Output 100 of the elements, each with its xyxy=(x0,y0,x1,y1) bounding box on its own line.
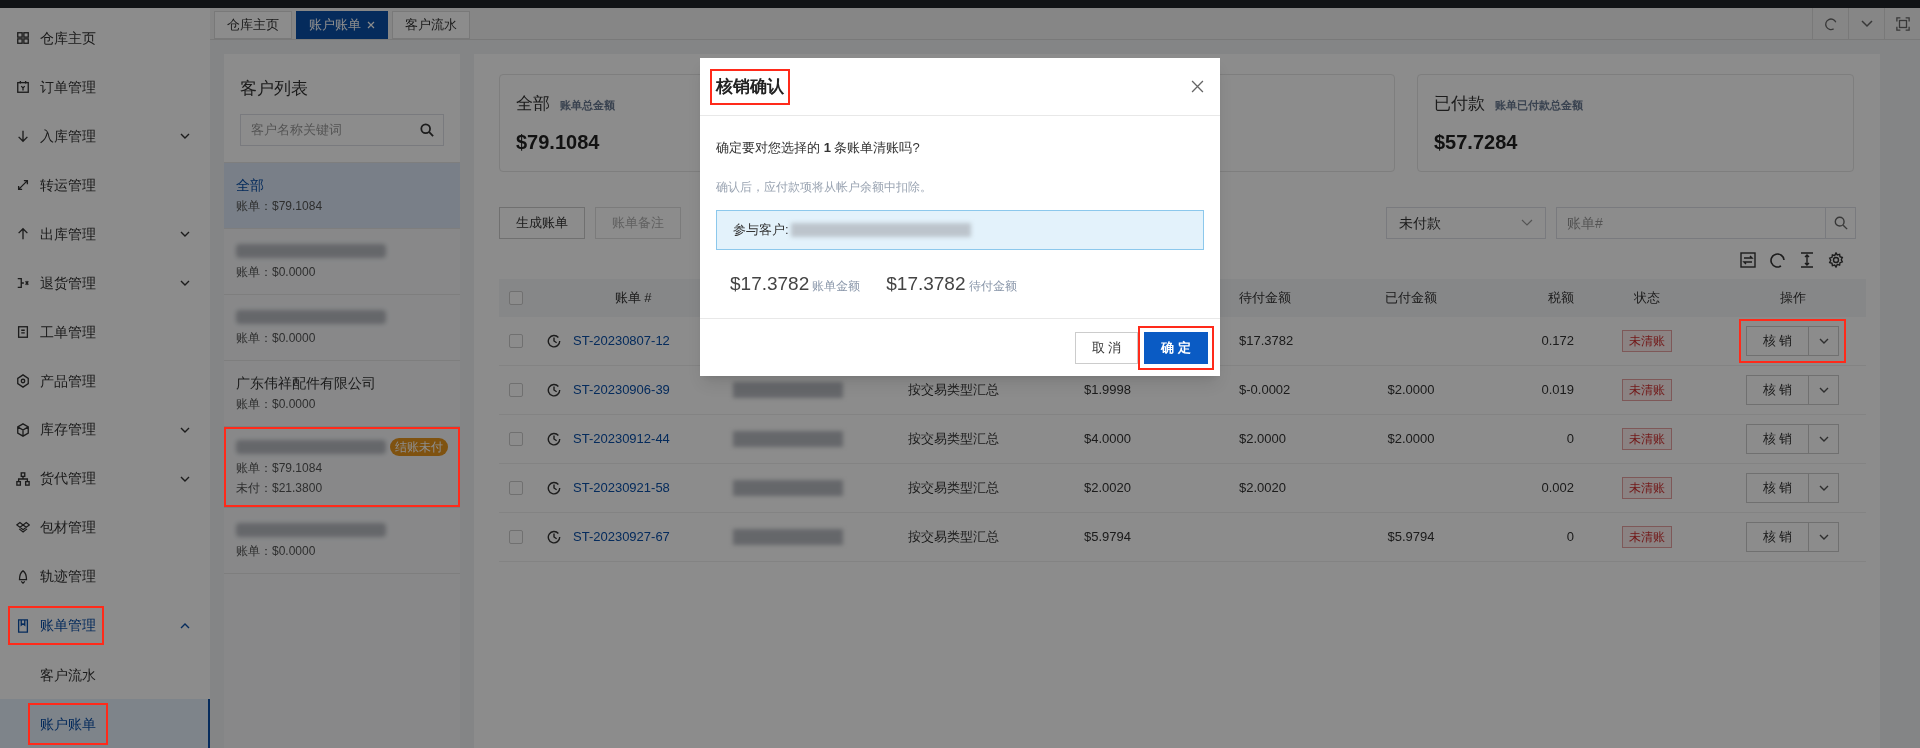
sidebar-item[interactable]: 工单管理 xyxy=(16,321,96,343)
column-header: 待付金额 xyxy=(1239,290,1291,306)
toolbar-button[interactable]: 生成账单 xyxy=(499,207,585,239)
sidebar-item[interactable]: 退货管理 xyxy=(16,272,96,294)
chevron-down-icon xyxy=(1818,387,1829,393)
amount-label: 账单金额 xyxy=(812,277,861,295)
status-badge: 结账未付 xyxy=(390,437,448,456)
bill-link[interactable]: ST-20230927-67 xyxy=(573,527,670,547)
hierarchy-icon xyxy=(16,471,30,486)
clock-icon[interactable] xyxy=(547,481,561,495)
amount-text: 账单：$79.1084 xyxy=(236,459,324,477)
chevron-down-icon xyxy=(180,133,190,140)
confirm-button[interactable]: 确 定 xyxy=(1144,331,1208,364)
tab[interactable]: 客户流水 xyxy=(392,11,470,39)
sidebar-item[interactable]: 入库管理 xyxy=(16,125,96,147)
sidebar-label: 包材管理 xyxy=(40,518,96,538)
sidebar-item[interactable]: 订单管理 xyxy=(16,76,96,98)
tab[interactable]: 账户账单 xyxy=(296,11,388,39)
sidebar-label: 入库管理 xyxy=(40,126,96,146)
card-subtitle: 账单已付款总金额 xyxy=(1495,98,1583,113)
panel-title: 客户列表 xyxy=(239,78,309,100)
checkbox[interactable] xyxy=(509,432,523,446)
table-cell: 0 xyxy=(1566,529,1574,545)
checkbox[interactable] xyxy=(509,291,523,305)
cancel-button[interactable]: 取 消 xyxy=(1074,331,1139,364)
sidebar-label: 转运管理 xyxy=(40,175,96,195)
sidebar-item[interactable]: 账单管理 xyxy=(16,615,96,637)
cube-icon xyxy=(16,374,30,389)
sidebar-item[interactable]: 货代管理 xyxy=(16,468,96,490)
swap-icon[interactable] xyxy=(1740,252,1756,268)
customer-item[interactable]: 结账未付 账单：$79.1084 未付：$21.3800 xyxy=(224,426,460,508)
search-button[interactable] xyxy=(1826,207,1856,239)
sidebar-label: 出库管理 xyxy=(40,224,96,244)
table-cell: 按交易类型汇总 xyxy=(908,382,999,398)
status-select[interactable]: 未付款 xyxy=(1386,207,1546,239)
settings-icon[interactable] xyxy=(1828,252,1844,268)
fullscreen-icon xyxy=(1895,16,1910,31)
bill-link[interactable]: ST-20230807-12 xyxy=(573,331,670,351)
table-cell: $17.3782 xyxy=(1239,333,1294,349)
boxes-icon xyxy=(16,520,30,535)
column-header: 操作 xyxy=(1778,289,1807,308)
table-cell: 0 xyxy=(1566,431,1574,447)
card-title: 全部 xyxy=(516,93,550,115)
table-cell: 按交易类型汇总 xyxy=(908,480,999,496)
dialog-title: 核销确认 xyxy=(716,75,784,98)
bill-link[interactable]: ST-20230906-39 xyxy=(573,380,670,400)
table-cell: $5.9794 xyxy=(1084,529,1131,545)
clock-icon[interactable] xyxy=(547,432,561,446)
sidebar-subitem[interactable]: 客户流水 xyxy=(40,666,96,683)
amount-value: $17.3782 xyxy=(886,271,966,296)
customer-item[interactable]: 全部 账单：$79.1084 xyxy=(224,162,460,229)
sidebar-label: 仓库主页 xyxy=(40,28,96,48)
sidebar-subitem[interactable]: 账户账单 xyxy=(40,715,96,732)
refresh-icon xyxy=(1823,16,1838,31)
sidebar-item[interactable]: 轨迹管理 xyxy=(16,566,96,588)
sidebar-item[interactable]: 转运管理 xyxy=(16,174,96,196)
table-cell: 0.002 xyxy=(1541,480,1574,496)
dialog-question: 确定要对您选择的 1 条账单清账吗? xyxy=(716,139,921,157)
checkbox[interactable] xyxy=(509,530,523,544)
bill-link[interactable]: ST-20230921-58 xyxy=(573,478,670,498)
table-cell: $1.9998 xyxy=(1084,382,1131,398)
checkbox[interactable] xyxy=(509,481,523,495)
table-cell: 按交易类型汇总 xyxy=(908,431,999,447)
clock-icon[interactable] xyxy=(547,530,561,544)
refresh-icon[interactable] xyxy=(1770,252,1786,268)
bill-link[interactable]: ST-20230912-44 xyxy=(573,429,670,449)
sidebar-item[interactable]: 库存管理 xyxy=(16,419,96,441)
customer-name: 广东伟祥配件有限公司 xyxy=(236,373,376,393)
table-cell: $5.9794 xyxy=(1387,529,1435,545)
search-icon[interactable] xyxy=(420,122,434,137)
checkbox[interactable] xyxy=(509,334,523,348)
sidebar-item[interactable]: 仓库主页 xyxy=(16,27,96,49)
sidebar-item[interactable]: 包材管理 xyxy=(16,517,96,539)
sidebar-item[interactable]: 出库管理 xyxy=(16,223,96,245)
table-cell: 0.172 xyxy=(1541,333,1574,349)
card-amount: $79.1084 xyxy=(516,129,600,155)
arrow-down-icon xyxy=(16,129,30,144)
status-tag: 未清账 xyxy=(1621,330,1672,352)
clock-icon[interactable] xyxy=(547,334,561,348)
calendar-icon xyxy=(16,80,30,95)
book-icon xyxy=(16,618,30,633)
amount-text: 账单：$79.1084 xyxy=(236,198,324,215)
clock-icon[interactable] xyxy=(547,383,561,397)
customer-name: 全部 xyxy=(236,175,264,195)
close-icon[interactable] xyxy=(1191,80,1204,93)
checkbox[interactable] xyxy=(509,383,523,397)
chevron-down-icon xyxy=(1521,219,1533,227)
column-header: 税额 xyxy=(1547,289,1574,308)
chevron-down-icon xyxy=(1818,485,1829,491)
sidebar-label: 轨迹管理 xyxy=(40,567,96,587)
row-height-icon[interactable] xyxy=(1800,252,1814,268)
status-tag: 未清账 xyxy=(1621,428,1672,450)
sidebar-item[interactable]: 产品管理 xyxy=(16,370,96,392)
sidebar-label: 库存管理 xyxy=(40,420,96,440)
amount-text: 账单：$0.0000 xyxy=(236,330,317,347)
card-subtitle: 账单总金额 xyxy=(560,98,615,113)
chevron-down-icon xyxy=(1860,19,1873,28)
tab[interactable]: 仓库主页 xyxy=(214,11,292,39)
card-title: 已付款 xyxy=(1434,93,1485,115)
chevron-down-icon xyxy=(1818,436,1829,442)
